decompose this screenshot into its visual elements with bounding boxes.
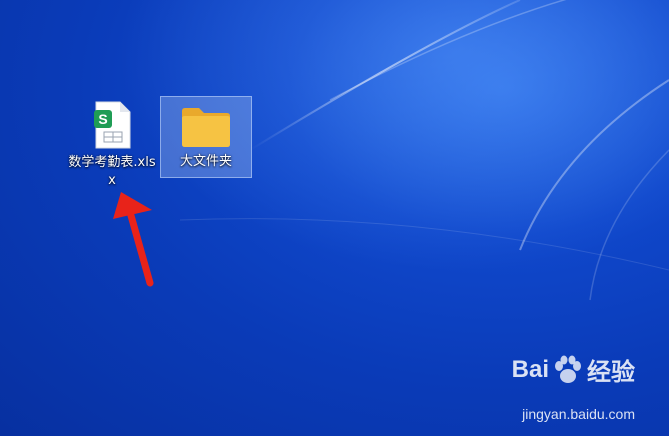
baidu-logo-text-left: Bai: [511, 355, 549, 383]
baidu-logo-text-right: 经验: [587, 359, 635, 386]
desktop-icon-folder[interactable]: 大文件夹: [160, 96, 252, 178]
folder-label: 大文件夹: [179, 154, 232, 169]
baidu-logo: Bai 经验: [512, 352, 635, 387]
spreadsheet-file-icon: S: [92, 100, 132, 150]
desktop[interactable]: S 数学考勤表.xlsx 大文件夹 Bai 经验 jingyan.baidu.c…: [0, 0, 669, 436]
desktop-icon-spreadsheet[interactable]: S 数学考勤表.xlsx: [66, 94, 158, 190]
spreadsheet-file-label: 数学考勤表.xlsx: [68, 155, 156, 188]
svg-text:S: S: [98, 111, 107, 127]
baidu-paw-icon: [555, 355, 581, 383]
baidu-jingyan-watermark: Bai 经验 jingyan.baidu.com: [435, 352, 635, 422]
watermark-url: jingyan.baidu.com: [522, 406, 635, 422]
folder-icon: [180, 105, 232, 149]
